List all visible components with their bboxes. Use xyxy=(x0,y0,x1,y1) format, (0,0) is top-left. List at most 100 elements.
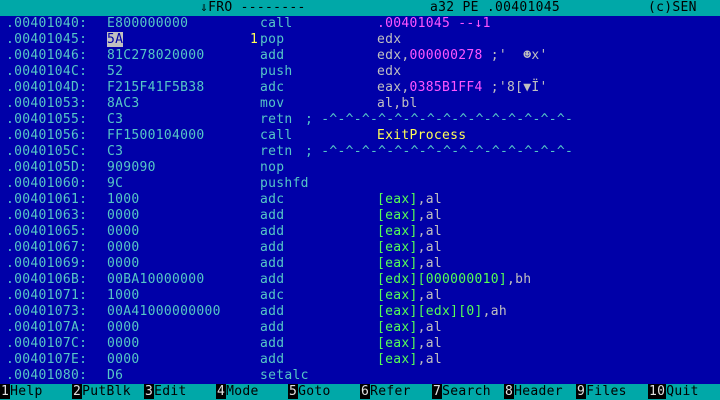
instruction-operands: [eax],al xyxy=(377,336,442,352)
instruction-operands: [eax][edx][0],ah xyxy=(377,304,507,320)
disasm-line[interactable]: .00401080: D6 setalc xyxy=(0,368,720,384)
instruction-operands: [eax],al xyxy=(377,320,442,336)
disasm-line[interactable]: .0040105D: 909090 nop xyxy=(0,160,720,176)
fkey-number: 7 xyxy=(432,384,443,399)
fkey-edit[interactable]: 3Edit xyxy=(144,384,216,400)
line-address: .00401063: xyxy=(6,208,88,223)
disasm-line[interactable]: .00401073: 00A41000000000 add [eax][edx][0]… xyxy=(0,304,720,320)
disasm-line[interactable]: .00401065: 0000 add [eax],al xyxy=(0,224,720,240)
text-cursor[interactable]: 5A xyxy=(107,32,124,47)
operand-part: ;' ☻x' xyxy=(482,48,548,63)
line-address: .0040105D: xyxy=(6,160,88,175)
disasm-line[interactable]: .00401061: 1000 adc [eax],al xyxy=(0,192,720,208)
line-address: .0040104C: xyxy=(6,64,88,79)
opcode-bytes: 00A41000000000 xyxy=(107,304,221,319)
fkey-number: 6 xyxy=(360,384,371,399)
instruction-operands: [eax],al xyxy=(377,256,442,272)
fkey-files[interactable]: 9Files xyxy=(576,384,648,400)
line-address: .00401040: xyxy=(6,16,88,31)
instruction-mnemonic: adc xyxy=(260,80,285,95)
disasm-line[interactable]: .00401040: E800000000 call .00401045 --↓1 xyxy=(0,16,720,32)
disasm-line[interactable]: .0040107E: 0000 add [eax],al xyxy=(0,352,720,368)
fkey-quit[interactable]: 10Quit xyxy=(648,384,720,400)
operand-part: ,al xyxy=(417,288,443,303)
disasm-line[interactable]: .00401056: FF1500104000 call ExitProcess xyxy=(0,128,720,144)
opcode-bytes: 8AC3 xyxy=(107,96,140,111)
operand-part: ,al xyxy=(417,240,443,255)
fkey-label: Help xyxy=(10,384,43,399)
operand-part: ; -^-^-^-^-^-^-^-^-^-^-^-^-^-^-^- xyxy=(305,112,574,127)
disasm-line[interactable]: .00401067: 0000 add [eax],al xyxy=(0,240,720,256)
jump-target-marker: 1 xyxy=(250,32,259,47)
instruction-operands: [edx][000000010],bh xyxy=(377,272,531,288)
function-key-bar: 1Help 2PutBlk 3Edit 4Mode 5Goto 6Refer 7Search… xyxy=(0,384,720,400)
opcode-bytes: 9C xyxy=(107,176,124,191)
operand-part: ,al xyxy=(417,256,443,271)
opcode-bytes: 0000 xyxy=(107,320,140,335)
opcode-bytes: 1000 xyxy=(107,288,140,303)
fkey-goto[interactable]: 5Goto xyxy=(288,384,360,400)
disasm-line[interactable]: .00401046: 81C278020000 add edx,000000278 ;… xyxy=(0,48,720,64)
line-address: .0040104D: xyxy=(6,80,88,95)
operand-part: [eax] xyxy=(377,192,418,207)
instruction-mnemonic: retn xyxy=(260,144,293,159)
instruction-operands: ; -^-^-^-^-^-^-^-^-^-^-^-^-^-^-^- xyxy=(305,144,573,160)
fkey-header[interactable]: 8Header xyxy=(504,384,576,400)
disasm-line[interactable]: .00401053: 8AC3 mov al,bl xyxy=(0,96,720,112)
instruction-operands: [eax],al xyxy=(377,240,442,256)
disasm-line[interactable]: .0040104C: 52 push edx xyxy=(0,64,720,80)
operand-part: al,bl xyxy=(377,96,418,111)
instruction-mnemonic: pushfd xyxy=(260,176,309,191)
disasm-line[interactable]: .0040107C: 0000 add [eax],al xyxy=(0,336,720,352)
fkey-number: 8 xyxy=(504,384,515,399)
instruction-mnemonic: add xyxy=(260,352,285,367)
disasm-line[interactable]: .00401060: 9C pushfd xyxy=(0,176,720,192)
disasm-line[interactable]: .00401055: C3 retn ; -^-^-^-^-^-^-^-^-^-^-^… xyxy=(0,112,720,128)
opcode-bytes: E800000000 xyxy=(107,16,189,31)
disasm-line[interactable]: .00401063: 0000 add [eax],al xyxy=(0,208,720,224)
opcode-bytes: 0000 xyxy=(107,352,140,367)
line-address: .00401080: xyxy=(6,368,88,383)
fkey-putblk[interactable]: 2PutBlk xyxy=(72,384,144,400)
hiew-screen: ⇓FRO -------- a32 PE .00401045 (c)SEN .0… xyxy=(0,0,720,400)
fkey-label: PutBlk xyxy=(82,384,131,399)
fkey-help[interactable]: 1Help xyxy=(0,384,72,400)
fkey-label: Mode xyxy=(226,384,259,399)
status-bar: ⇓FRO -------- a32 PE .00401045 (c)SEN xyxy=(0,0,720,16)
opcode-bytes: C3 xyxy=(107,144,124,159)
fkey-label: Quit xyxy=(666,384,699,399)
disasm-line[interactable]: .00401069: 0000 add [eax],al xyxy=(0,256,720,272)
operand-part: 000000278 xyxy=(409,48,483,63)
disasm-line[interactable]: .0040105C: C3 retn ; -^-^-^-^-^-^-^-^-^-^-^… xyxy=(0,144,720,160)
instruction-operands: edx,000000278 ;' ☻x' xyxy=(377,48,548,64)
instruction-mnemonic: mov xyxy=(260,96,285,111)
fkey-mode[interactable]: 4Mode xyxy=(216,384,288,400)
disasm-line[interactable]: .0040106B: 00BA10000000 add [edx][000000010… xyxy=(0,272,720,288)
line-address: .00401067: xyxy=(6,240,88,255)
line-address: .00401069: xyxy=(6,256,88,271)
instruction-mnemonic: add xyxy=(260,304,285,319)
opcode-bytes: 00BA10000000 xyxy=(107,272,205,287)
opcode-bytes: 0000 xyxy=(107,256,140,271)
disasm-line[interactable]: .00401071: 1000 adc [eax],al xyxy=(0,288,720,304)
line-address: .00401060: xyxy=(6,176,88,191)
instruction-mnemonic: add xyxy=(260,320,285,335)
opcode-bytes: F215F41F5B38 xyxy=(107,80,205,95)
operand-part: ,ah xyxy=(482,304,508,319)
disassembly-view[interactable]: .00401040: E800000000 call .00401045 --↓1.0… xyxy=(0,16,720,384)
disasm-line[interactable]: .0040107A: 0000 add [eax],al xyxy=(0,320,720,336)
fkey-search[interactable]: 7Search xyxy=(432,384,504,400)
opcode-bytes: 81C278020000 xyxy=(107,48,205,63)
opcode-bytes: 52 xyxy=(107,64,124,79)
instruction-operands: ; -^-^-^-^-^-^-^-^-^-^-^-^-^-^-^- xyxy=(305,112,573,128)
disasm-line[interactable]: .0040104D: F215F41F5B38 adc eax,0385B1FF4 ;… xyxy=(0,80,720,96)
line-address: .00401053: xyxy=(6,96,88,111)
line-address: .0040105C: xyxy=(6,144,88,159)
fkey-number: 3 xyxy=(144,384,155,399)
instruction-mnemonic: call xyxy=(260,128,293,143)
operand-part: [eax] xyxy=(377,224,418,239)
disasm-line[interactable]: .00401045: 5A 1 pop edx xyxy=(0,32,720,48)
line-address: .00401061: xyxy=(6,192,88,207)
fkey-refer[interactable]: 6Refer xyxy=(360,384,432,400)
fkey-number: 10 xyxy=(648,384,667,399)
